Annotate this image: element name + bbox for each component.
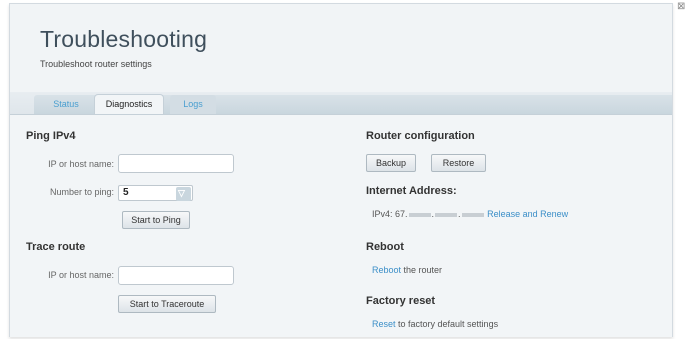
factory-reset-heading: Factory reset	[366, 295, 436, 307]
internet-address-heading: Internet Address:	[366, 185, 457, 197]
trace-host-input[interactable]	[118, 266, 234, 285]
reboot-line: Reboot the router	[372, 265, 442, 275]
chevron-down-icon[interactable]: ▽	[176, 187, 191, 201]
reboot-text: the router	[401, 265, 443, 275]
ipv4-address: IPv4: 67... Release and Renew	[372, 209, 569, 219]
ping-heading: Ping IPv4	[26, 130, 76, 142]
tab-status[interactable]: Status	[38, 95, 94, 114]
reset-text: to factory default settings	[395, 319, 499, 329]
release-renew-link[interactable]: Release and Renew	[487, 209, 568, 219]
tab-diagnostics[interactable]: Diagnostics	[94, 94, 164, 115]
restore-button[interactable]: Restore	[431, 154, 486, 172]
dialog-header: Troubleshooting Troubleshoot router sett…	[10, 4, 672, 92]
backup-button[interactable]: Backup	[366, 154, 416, 172]
ipv4-prefix: IPv4: 67.	[372, 209, 408, 219]
page-title: Troubleshooting	[40, 26, 208, 52]
reboot-link[interactable]: Reboot	[372, 265, 401, 275]
diagnostics-panel: Ping IPv4 IP or host name: Number to pin…	[10, 114, 672, 337]
troubleshooting-dialog: Troubleshooting Troubleshoot router sett…	[9, 3, 673, 337]
factory-reset-line: Reset to factory default settings	[372, 319, 498, 329]
reset-link[interactable]: Reset	[372, 319, 396, 329]
redacted-octet	[435, 212, 458, 217]
ping-count-value: 5	[123, 187, 129, 198]
trace-host-label: IP or host name:	[48, 270, 114, 280]
tab-logs[interactable]: Logs	[170, 95, 216, 114]
ping-count-label: Number to ping:	[49, 187, 114, 197]
router-config-heading: Router configuration	[366, 130, 475, 142]
reboot-heading: Reboot	[366, 241, 404, 253]
page-subtitle: Troubleshoot router settings	[40, 59, 152, 69]
trace-heading: Trace route	[26, 241, 86, 253]
start-ping-button[interactable]: Start to Ping	[122, 211, 190, 229]
ping-host-input[interactable]	[118, 154, 234, 173]
close-icon[interactable]: ⊠	[677, 2, 685, 12]
redacted-octet	[408, 212, 431, 217]
ping-count-select[interactable]: 5 ▽	[118, 185, 193, 201]
ping-host-label: IP or host name:	[48, 159, 114, 169]
start-traceroute-button[interactable]: Start to Traceroute	[118, 295, 216, 313]
redacted-octet	[461, 212, 484, 217]
